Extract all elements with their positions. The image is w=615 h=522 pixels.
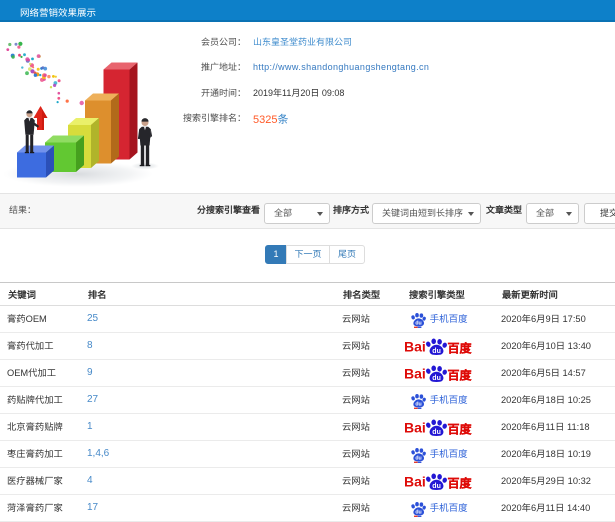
svg-text:du: du [415,455,421,461]
svg-text:du: du [432,375,441,382]
svg-text:du: du [415,320,421,326]
svg-text:Bai: Bai [405,473,426,489]
svg-text:du: du [432,483,441,490]
svg-text:百度: 百度 [448,339,473,356]
svg-text:du: du [432,429,441,436]
svg-text:Bai: Bai [405,338,426,354]
svg-text:Bai: Bai [405,365,426,381]
svg-text:du: du [415,401,421,407]
svg-text:百度: 百度 [448,474,473,491]
svg-text:百度: 百度 [448,420,473,437]
svg-text:百度: 百度 [448,366,473,383]
svg-text:du: du [432,348,441,355]
svg-text:du: du [415,509,421,515]
svg-text:Bai: Bai [405,419,426,435]
